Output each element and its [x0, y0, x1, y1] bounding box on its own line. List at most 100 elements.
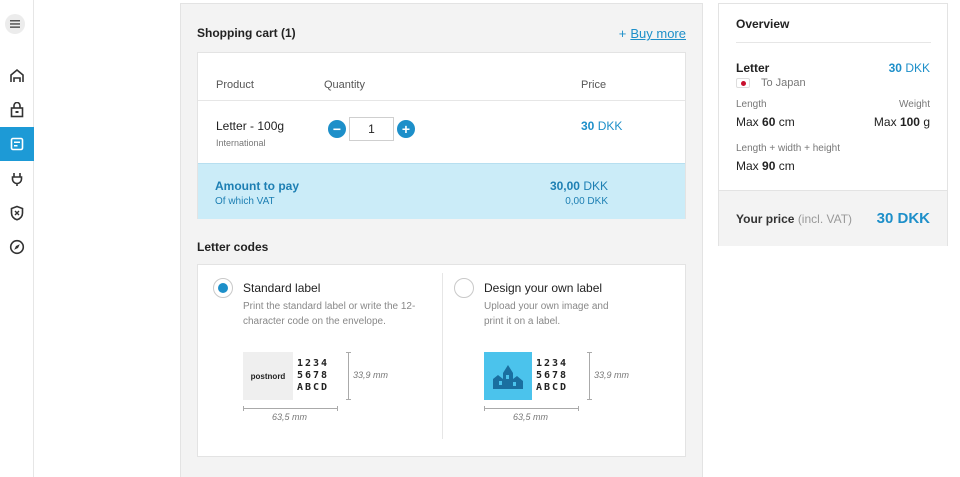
lwh-unit: cm: [778, 159, 795, 173]
code-line: 5678: [297, 370, 330, 381]
col-product: Product: [216, 79, 254, 91]
letter-codes-title: Letter codes: [197, 240, 269, 254]
code-line: 5678: [536, 370, 569, 381]
buy-more-link[interactable]: + Buy more: [619, 26, 686, 41]
width-dimension-line: [484, 406, 579, 411]
buy-more-label: Buy more: [630, 26, 686, 41]
city-image-icon: [493, 365, 523, 389]
sidebar-item-parcel[interactable]: [0, 93, 34, 127]
code-line: 1234: [297, 358, 330, 369]
divider: [736, 42, 931, 43]
standard-label-radio[interactable]: [213, 278, 233, 298]
your-price-label-suffix: (incl. VAT): [797, 212, 853, 226]
weight-unit: g: [923, 115, 930, 129]
design-label-title: Design your own label: [484, 281, 603, 295]
item-price-currency: DKK: [597, 119, 623, 133]
length-number: 60: [762, 115, 776, 129]
sidebar-item-letter-label[interactable]: [0, 127, 34, 161]
sidebar-item-compass[interactable]: [0, 230, 34, 264]
col-price: Price: [581, 79, 607, 91]
postnord-logo: postnord: [243, 352, 293, 400]
lwh-prefix: Max: [736, 159, 759, 173]
code-line: ABCD: [297, 382, 330, 393]
weight-label: Weight: [899, 99, 930, 110]
lwh-number: 90: [762, 159, 776, 173]
increase-quantity-button[interactable]: +: [397, 120, 415, 138]
standard-label-preview: postnord 1234 5678 ABCD: [243, 352, 349, 400]
destination: To Japan: [736, 77, 806, 89]
weight-number: 100: [899, 115, 920, 129]
vat-value: 0,00 DKK: [565, 196, 608, 207]
label-code: 1234 5678 ABCD: [532, 352, 588, 400]
overview-item-price-value: 30: [888, 61, 902, 75]
design-label-preview: 1234 5678 ABCD: [484, 352, 588, 400]
cart-title: Shopping cart (1): [197, 26, 296, 40]
length-value: Max 60 cm: [736, 115, 795, 129]
sidebar: [0, 0, 34, 477]
plug-icon: [11, 173, 23, 186]
width-dimension: 63,5 mm: [513, 412, 549, 422]
japan-flag-icon: [736, 78, 750, 88]
table-row: Letter - 100g International − 1 + 30 DKK: [198, 101, 685, 163]
code-line: ABCD: [536, 382, 569, 393]
height-dimension-line: [346, 352, 351, 400]
your-price-label-main: Your price: [736, 212, 795, 226]
overview-item-price-currency: DKK: [905, 61, 930, 75]
weight-value: Max 100 g: [874, 115, 930, 129]
sidebar-item-plug[interactable]: [0, 162, 34, 196]
amount-value: 30,00: [549, 179, 580, 193]
lwh-label: Length + width + height: [736, 143, 840, 154]
code-line: 1234: [536, 358, 569, 369]
amount-to-pay-row: Amount to pay Of which VAT 30,00 DKK 0,0…: [198, 163, 685, 219]
menu-button[interactable]: [5, 14, 25, 34]
length-unit: cm: [778, 115, 795, 129]
letter-codes-box: Standard label Print the standard label …: [197, 264, 686, 457]
col-quantity: Quantity: [324, 79, 365, 91]
sidebar-item-mailbox[interactable]: [0, 59, 34, 93]
height-dimension-line: [587, 352, 592, 400]
your-price-value: 30 DKK: [876, 210, 930, 227]
custom-image: [484, 352, 532, 400]
destination-label: To Japan: [761, 77, 806, 89]
plus-icon: +: [618, 26, 627, 41]
width-dimension: 63,5 mm: [272, 412, 308, 422]
vat-label: Of which VAT: [215, 196, 275, 207]
overview-title: Overview: [736, 17, 790, 31]
height-dimension: 33,9 mm: [353, 370, 389, 380]
item-price-value: 30: [581, 119, 595, 133]
quantity-input[interactable]: 1: [349, 117, 394, 141]
compass-icon: [9, 239, 25, 255]
overview-panel: Overview Letter 30 DKK To Japan Length M…: [718, 3, 948, 246]
standard-label-title: Standard label: [243, 281, 321, 295]
parcel-icon: [10, 102, 24, 118]
label-code: 1234 5678 ABCD: [293, 352, 349, 400]
mailbox-icon: [10, 68, 24, 82]
cart-table: Product Quantity Price Letter - 100g Int…: [197, 52, 686, 219]
design-label-description: Upload your own image and print it on a …: [484, 301, 609, 327]
standard-label-description: Print the standard label or write the 12…: [243, 301, 416, 327]
amount-to-pay-value: 30,00 DKK: [550, 179, 608, 193]
menu-icon: [10, 20, 20, 28]
overview-item-price: 30 DKK: [889, 61, 930, 75]
item-price: 30 DKK: [581, 119, 622, 133]
decrease-quantity-button[interactable]: −: [328, 120, 346, 138]
sidebar-item-shield[interactable]: [0, 196, 34, 230]
option-divider: [442, 273, 443, 439]
cart-panel: Shopping cart (1) + Buy more Product Quan…: [180, 3, 703, 477]
design-label-radio[interactable]: [454, 278, 474, 298]
amount-currency: DKK: [583, 179, 608, 193]
length-prefix: Max: [736, 115, 759, 129]
cart-table-header: Product Quantity Price: [198, 53, 685, 101]
lwh-value: Max 90 cm: [736, 159, 795, 173]
length-label: Length: [736, 99, 767, 110]
amount-to-pay-label: Amount to pay: [215, 179, 299, 193]
shield-icon: [10, 205, 24, 221]
width-dimension-line: [243, 406, 338, 411]
height-dimension: 33,9 mm: [594, 370, 630, 380]
weight-prefix: Max: [873, 115, 897, 129]
your-price-label: Your price (incl. VAT): [736, 212, 852, 226]
letter-label-icon: [10, 137, 24, 151]
product-name: Letter - 100g: [216, 119, 285, 133]
your-price-row: Your price (incl. VAT) 30 DKK: [719, 190, 947, 246]
product-subtitle: International: [216, 138, 266, 148]
